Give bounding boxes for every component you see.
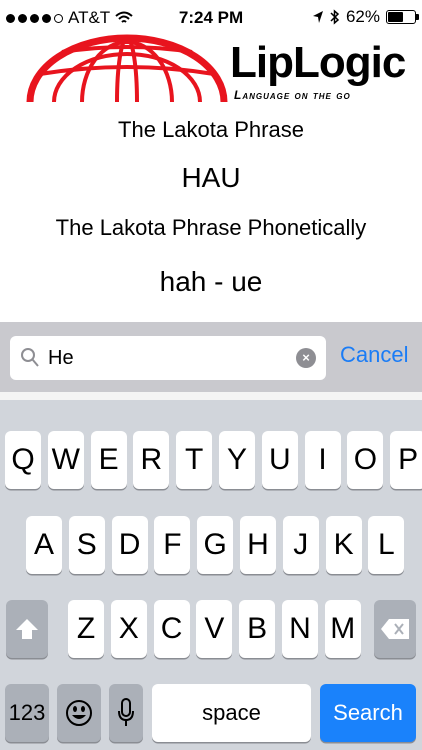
liplogic-logo: LipLogic Language on the go — [22, 34, 412, 114]
phonetic-phrase: hah - ue — [159, 266, 263, 297]
brand-tagline: Language on the go — [234, 88, 351, 102]
backspace-icon — [381, 619, 409, 639]
search-input[interactable] — [48, 336, 288, 380]
key-m[interactable]: M — [324, 600, 361, 658]
microphone-icon — [118, 698, 134, 726]
key-z[interactable]: Z — [68, 600, 104, 658]
brand-name: LipLogic — [230, 38, 406, 87]
search-field[interactable]: × — [10, 336, 326, 380]
phrase-label: The Lakota Phrase — [118, 117, 304, 142]
key-s[interactable]: S — [68, 516, 105, 574]
battery-percent: 62% — [345, 7, 380, 26]
phonetic-label: The Lakota Phrase Phonetically — [55, 215, 367, 240]
keyboard: 123 space Search QWERTYUIOP ASDFGHJKL ZXCV… — [0, 400, 422, 750]
shift-icon — [16, 619, 38, 639]
clear-icon[interactable]: × — [296, 348, 316, 368]
key-q[interactable]: Q — [5, 431, 41, 489]
numbers-key[interactable]: 123 — [5, 684, 49, 742]
bluetooth-icon — [330, 9, 340, 25]
battery-icon — [386, 10, 419, 24]
key-h[interactable]: H — [240, 516, 276, 574]
globe-logo-icon — [26, 34, 228, 103]
key-w[interactable]: W — [47, 431, 84, 489]
key-t[interactable]: T — [176, 431, 213, 489]
key-p[interactable]: P — [390, 431, 422, 489]
status-bar: AT&T 7:24 PM 62% — [0, 0, 422, 36]
key-d[interactable]: D — [111, 516, 148, 574]
key-x[interactable]: X — [110, 600, 147, 658]
emoji-key[interactable] — [57, 684, 101, 742]
key-g[interactable]: G — [197, 516, 234, 574]
search-icon — [21, 348, 39, 367]
key-l[interactable]: L — [368, 516, 405, 574]
lakota-phrase: HAU — [181, 162, 241, 193]
key-r[interactable]: R — [133, 431, 170, 489]
key-j[interactable]: J — [282, 516, 319, 574]
dictation-key[interactable] — [109, 684, 143, 742]
backspace-key[interactable] — [374, 600, 416, 658]
key-y[interactable]: Y — [219, 431, 255, 489]
key-i[interactable]: I — [304, 431, 341, 489]
key-n[interactable]: N — [282, 600, 318, 658]
results-list-peek — [0, 392, 422, 400]
key-u[interactable]: U — [261, 431, 298, 489]
key-v[interactable]: V — [196, 600, 233, 658]
key-o[interactable]: O — [347, 431, 384, 489]
search-bar: × Cancel — [0, 322, 422, 392]
shift-key[interactable] — [6, 600, 48, 658]
key-b[interactable]: B — [239, 600, 276, 658]
search-key[interactable]: Search — [320, 684, 416, 742]
emoji-icon — [66, 700, 92, 726]
key-a[interactable]: A — [26, 516, 62, 574]
cancel-button[interactable]: Cancel — [340, 342, 408, 368]
key-c[interactable]: C — [153, 600, 190, 658]
space-key[interactable]: space — [152, 684, 311, 742]
location-icon — [312, 11, 323, 23]
key-k[interactable]: K — [325, 516, 362, 574]
key-f[interactable]: F — [154, 516, 191, 574]
key-e[interactable]: E — [90, 431, 127, 489]
